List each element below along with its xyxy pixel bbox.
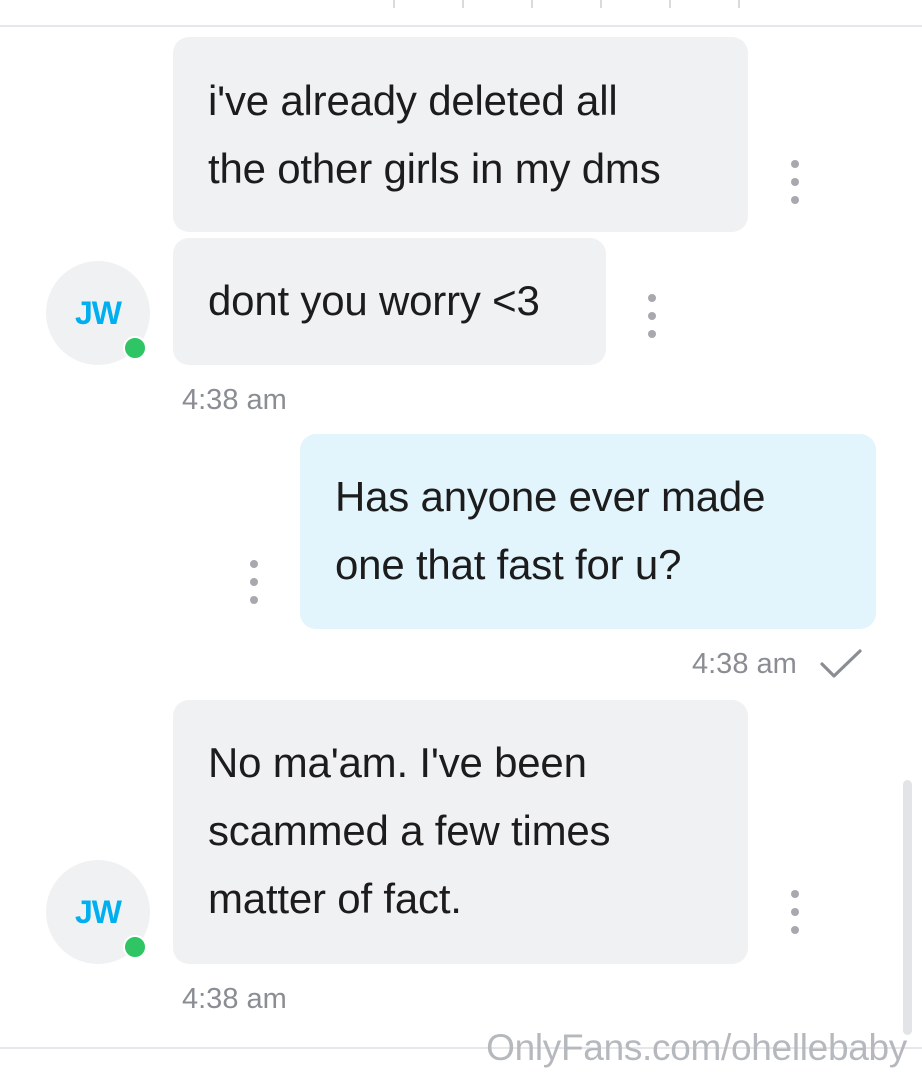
- avatar[interactable]: JW: [46, 860, 150, 964]
- toolbar-separator: [600, 0, 602, 8]
- top-toolbar-remnant: [0, 0, 922, 8]
- toolbar-separator: [393, 0, 395, 8]
- message-timestamp: 4:38 am: [182, 384, 287, 416]
- watermark: OnlyFans.com/ohellebaby: [486, 1027, 907, 1068]
- message-options-button[interactable]: [783, 160, 807, 204]
- toolbar-separator: [738, 0, 740, 8]
- message-bubble-incoming[interactable]: i've already deleted all the other girls…: [173, 37, 748, 232]
- toolbar-separator: [462, 0, 464, 8]
- message-bubble-incoming[interactable]: dont you worry <3: [173, 238, 606, 365]
- message-timestamp: 4:38 am: [692, 648, 797, 680]
- avatar[interactable]: JW: [46, 261, 150, 365]
- scrollbar[interactable]: [903, 780, 912, 1035]
- toolbar-separator: [669, 0, 671, 8]
- more-options-icon: [791, 160, 799, 168]
- online-status-icon: [123, 336, 147, 360]
- avatar-initials: JW: [75, 294, 122, 331]
- online-status-icon: [123, 935, 147, 959]
- message-options-button[interactable]: [783, 890, 807, 934]
- check-icon: [820, 649, 862, 678]
- message-bubble-outgoing[interactable]: Has anyone ever made one that fast for u…: [300, 434, 876, 629]
- header-divider: [0, 25, 922, 27]
- message-timestamp: 4:38 am: [182, 983, 287, 1015]
- message-options-button[interactable]: [640, 294, 664, 338]
- more-options-icon: [648, 294, 656, 302]
- message-options-button[interactable]: [242, 560, 266, 604]
- message-bubble-incoming[interactable]: No ma'am. I've been scammed a few times …: [173, 700, 748, 964]
- toolbar-separator: [531, 0, 533, 8]
- more-options-icon: [791, 890, 799, 898]
- more-options-icon: [250, 560, 258, 568]
- avatar-initials: JW: [75, 893, 122, 930]
